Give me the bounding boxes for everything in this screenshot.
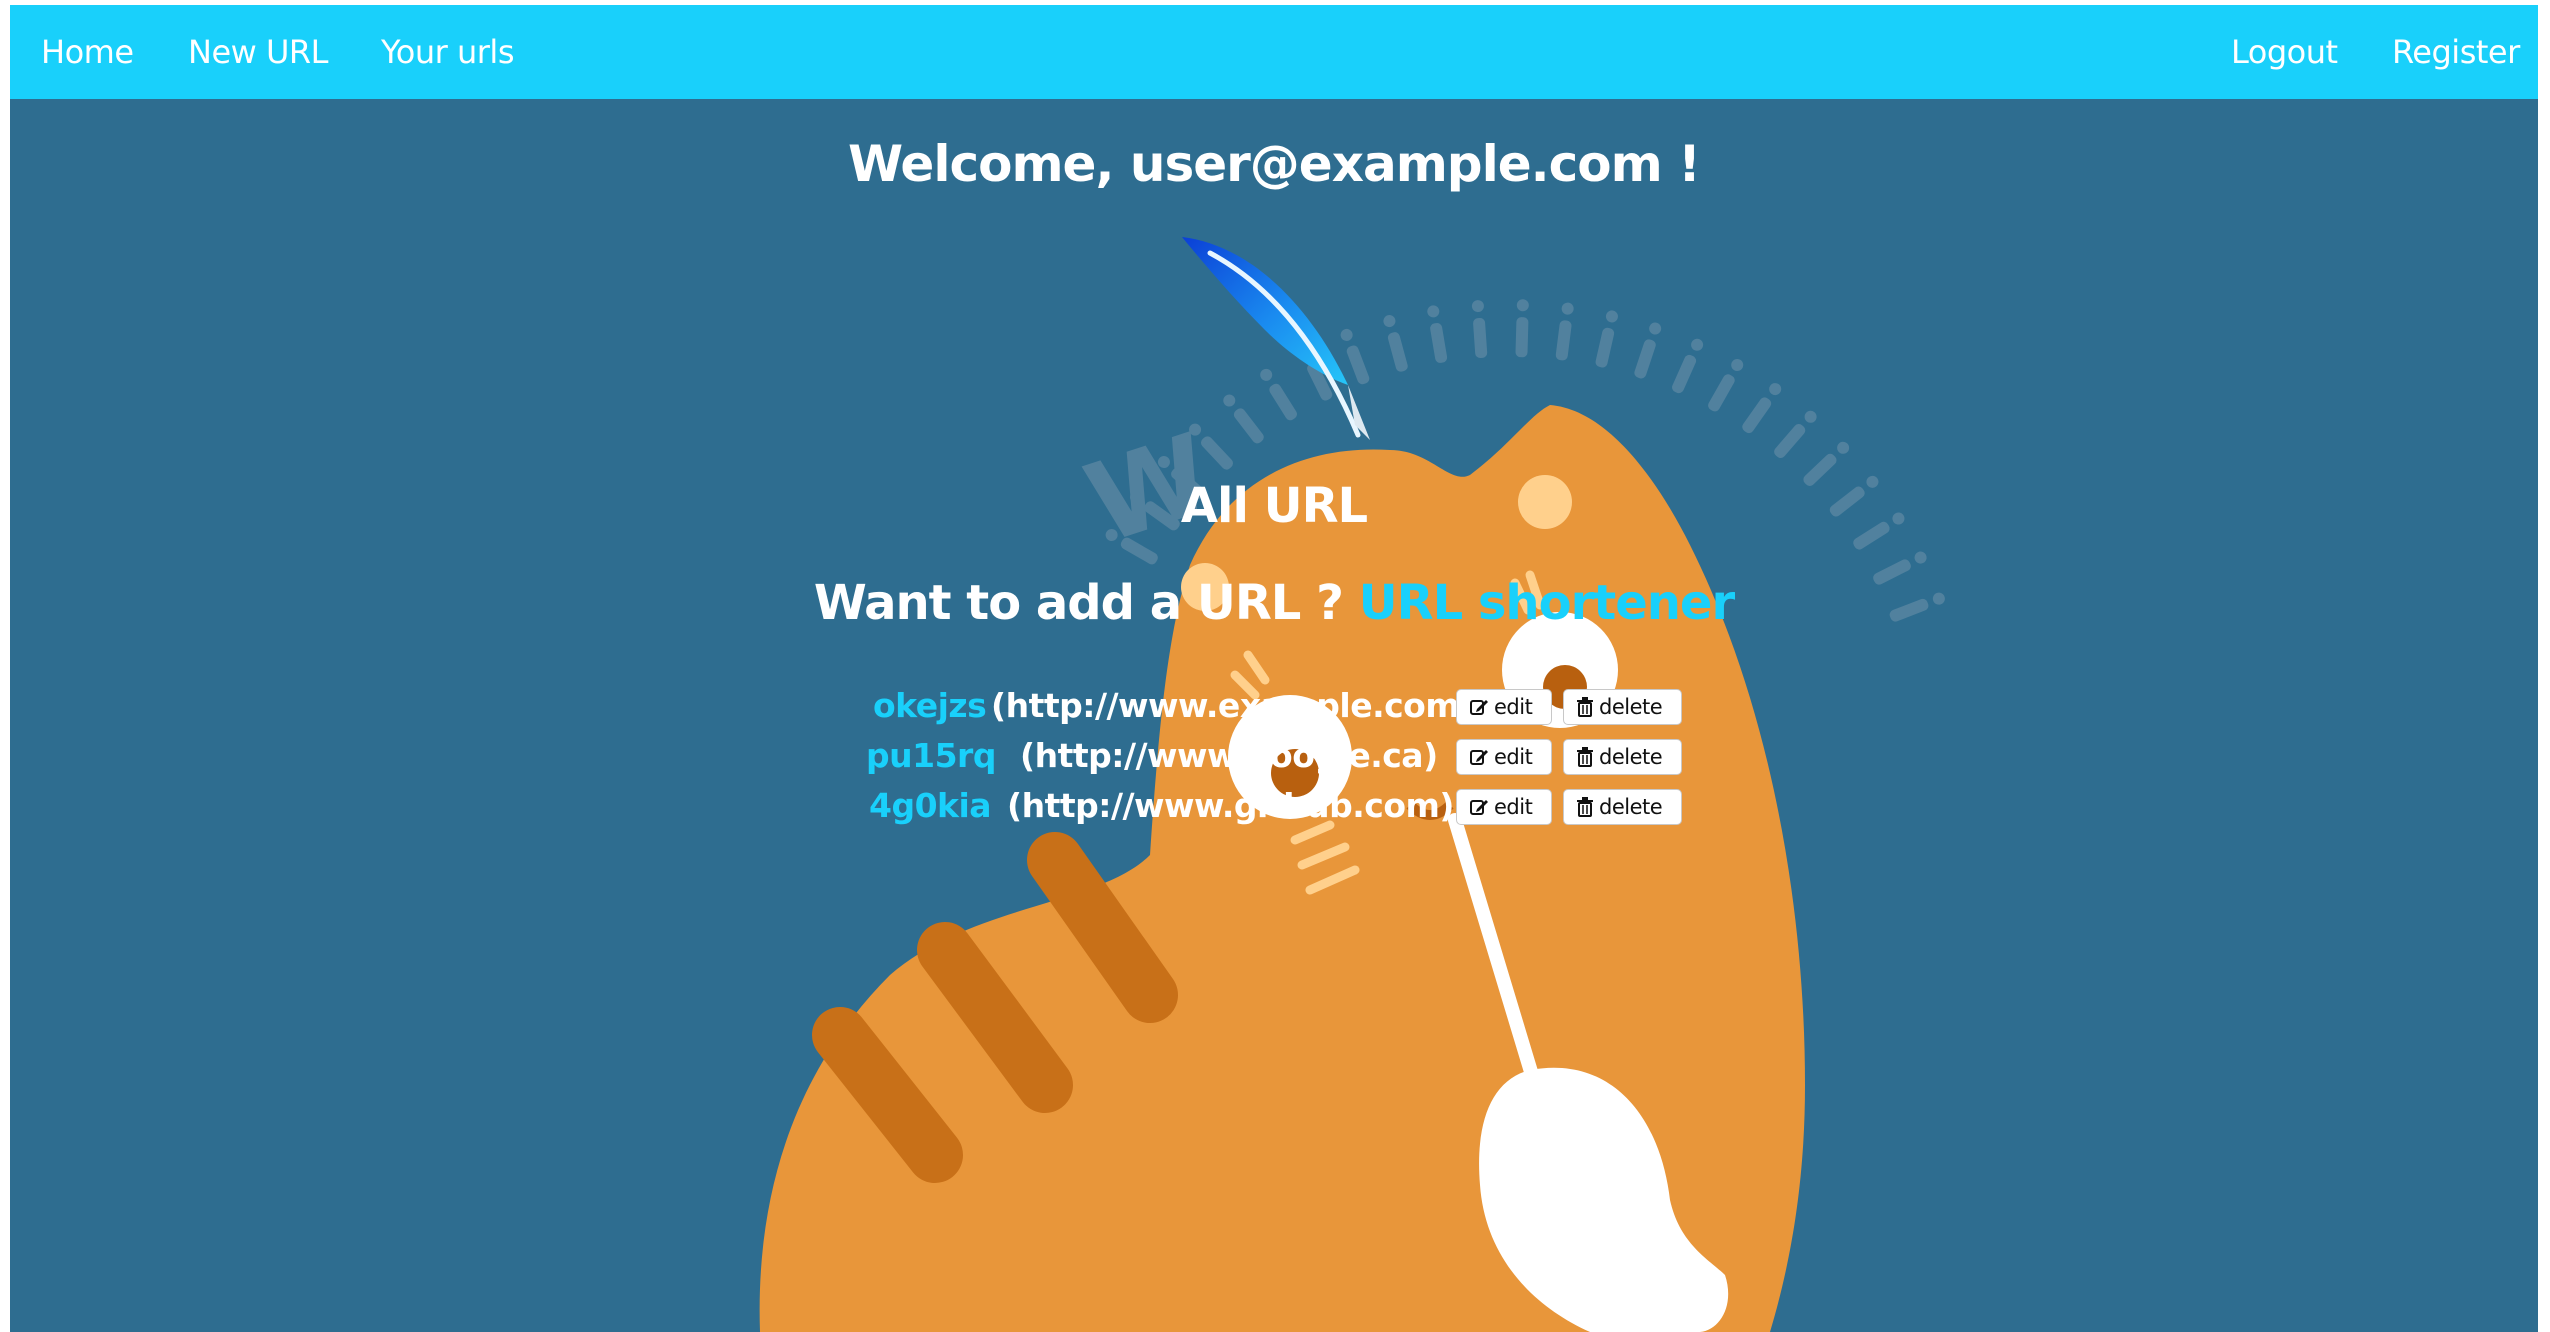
trash-icon	[1577, 747, 1593, 767]
top-navbar: Home New URL Your urls Logout Register	[10, 5, 2538, 99]
edit-button-label: edit	[1494, 745, 1533, 769]
welcome-heading: Welcome, user@example.com !	[848, 135, 1701, 193]
long-url-text: (http://www.github.com)	[1007, 786, 1455, 825]
delete-button[interactable]: delete	[1563, 739, 1682, 775]
long-url-text: (http://www.google.ca)	[1020, 736, 1438, 775]
add-url-prompt-text: Want to add a URL ?	[813, 575, 1359, 631]
short-url-link[interactable]: 4g0kia	[869, 785, 992, 827]
trash-icon	[1577, 697, 1593, 717]
edit-button[interactable]: edit	[1456, 689, 1552, 725]
delete-button[interactable]: delete	[1563, 789, 1682, 825]
short-url-link[interactable]: okejzs	[873, 685, 987, 727]
short-url-link[interactable]: pu15rq	[866, 735, 996, 777]
delete-button-label: delete	[1599, 745, 1663, 769]
delete-button[interactable]: delete	[1563, 689, 1682, 725]
edit-button[interactable]: edit	[1456, 739, 1552, 775]
url-row: pu15rq (http://www.google.ca) edit delet…	[10, 735, 2538, 777]
edit-icon	[1470, 750, 1488, 765]
delete-button-label: delete	[1599, 695, 1663, 719]
edit-button-label: edit	[1494, 695, 1533, 719]
cat-illustration: W	[759, 299, 1945, 1332]
nav-your-urls[interactable]: Your urls	[381, 5, 514, 99]
edit-button-label: edit	[1494, 795, 1533, 819]
nav-home[interactable]: Home	[41, 5, 134, 99]
page-title: All URL	[1180, 478, 1368, 534]
url-row: 4g0kia (http://www.github.com) edit dele…	[10, 785, 2538, 827]
nav-logout[interactable]: Logout	[2231, 5, 2338, 99]
url-shortener-link[interactable]: URL shortener	[1359, 575, 1736, 631]
trash-icon	[1577, 797, 1593, 817]
add-url-prompt: Want to add a URL ? URL shortener	[10, 575, 2538, 631]
edit-icon	[1470, 700, 1488, 715]
edit-button[interactable]: edit	[1456, 789, 1552, 825]
nav-register[interactable]: Register	[2392, 5, 2520, 99]
feather-logo-icon	[1182, 237, 1370, 440]
delete-button-label: delete	[1599, 795, 1663, 819]
long-url-text: (http://www.example.com)	[991, 686, 1474, 725]
url-row: okejzs (http://www.example.com) edit del…	[10, 685, 2538, 727]
nav-new-url[interactable]: New URL	[188, 5, 328, 99]
page-background: W Home New URL Your urls Logout Register…	[10, 5, 2538, 1332]
edit-icon	[1470, 800, 1488, 815]
